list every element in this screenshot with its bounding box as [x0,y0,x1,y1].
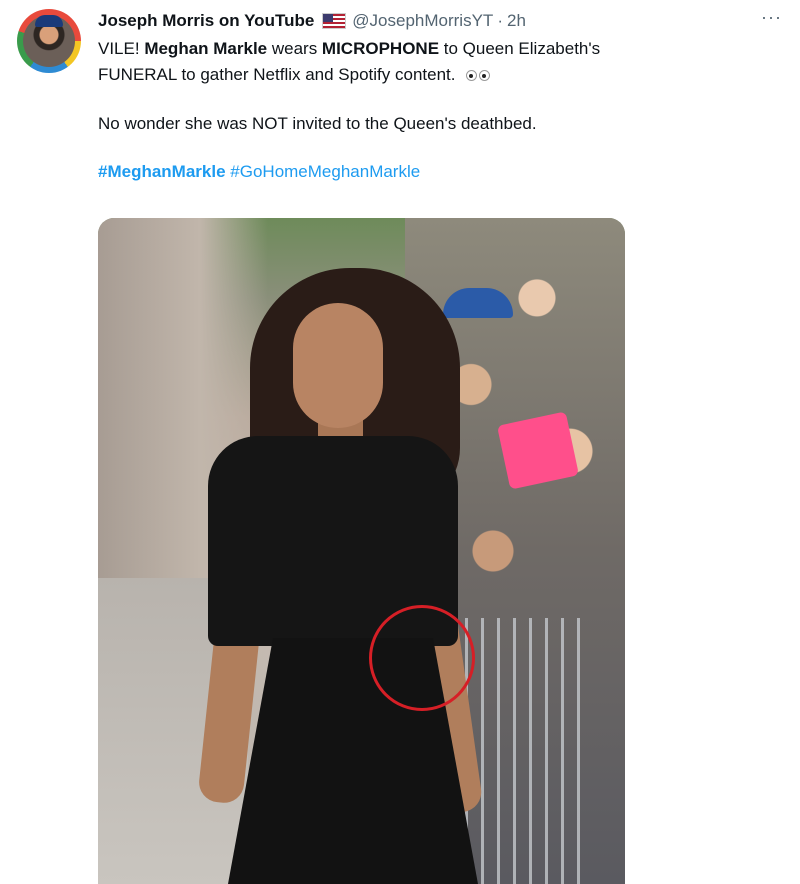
text-segment: wears [267,39,322,58]
tweet-paragraph-1: VILE! Meghan Markle wears MICROPHONE to … [98,36,778,89]
hashtag-gohomemeghanmarkle[interactable]: #GoHomeMeghanMarkle [230,162,420,181]
separator-dot: · [497,11,503,30]
text-bold-microphone: MICROPHONE [321,39,440,58]
text-segment: to Queen Elizabeth's [439,39,601,58]
author-name[interactable]: Joseph Morris on YouTube [98,11,314,31]
hashtag-list: #MeghanMarkle #GoHomeMeghanMarkle [98,159,778,185]
tweet-text: VILE! Meghan Markle wears MICROPHONE to … [98,36,778,185]
tweet-paragraph-2: No wonder she was NOT invited to the Que… [98,113,537,133]
tweet-photo[interactable] [98,218,625,884]
author-handle[interactable]: @JosephMorrisYT [352,11,493,31]
photo-subject-face [293,303,383,428]
tweet-header: Joseph Morris on YouTube @JosephMorrisYT… [98,10,526,32]
photo-barrier [465,618,585,884]
author-avatar[interactable] [17,9,81,73]
text-bold-name: Meghan Markle [144,39,268,58]
tweet-timestamp[interactable]: 2h [507,11,526,31]
red-annotation-circle [369,605,475,711]
eyes-emoji-icon [466,63,492,89]
text-segment: FUNERAL to gather Netflix and Spotify co… [98,65,461,84]
avatar-hat [35,15,63,27]
photo-blue-cap [443,288,513,318]
tweet-card: Joseph Morris on YouTube @JosephMorrisYT… [0,0,800,884]
more-options-icon[interactable]: ··· [761,8,782,26]
hashtag-meghanmarkle[interactable]: #MeghanMarkle [98,162,226,181]
text-segment: VILE! [98,39,145,58]
us-flag-icon [322,13,347,29]
